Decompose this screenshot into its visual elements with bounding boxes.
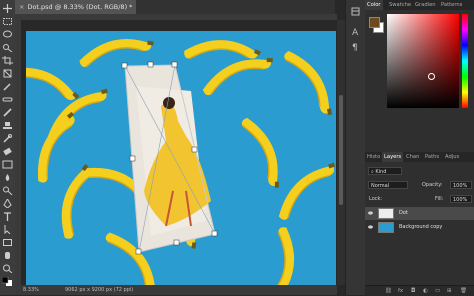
visibility-eye-icon[interactable]: [368, 211, 373, 215]
tab-swatches[interactable]: Swatche: [387, 0, 413, 10]
tab-channels[interactable]: Chan: [404, 152, 421, 162]
blend-mode-value: Normal: [371, 183, 390, 189]
pen-tool-icon[interactable]: [2, 199, 13, 208]
tab-patterns[interactable]: Patterns: [439, 0, 464, 10]
tab-color[interactable]: Color: [365, 0, 383, 10]
blur-tool-icon[interactable]: [2, 173, 13, 182]
layers-panel-tabs: Histo Layers Chan Paths Adjus: [365, 152, 474, 162]
brush-tool-icon[interactable]: [2, 108, 13, 117]
document-canvas[interactable]: [26, 31, 336, 285]
foreground-color-swatch[interactable]: [369, 17, 380, 28]
move-tool-icon[interactable]: [2, 4, 13, 13]
close-tab-icon[interactable]: ×: [19, 3, 24, 11]
color-field[interactable]: [387, 14, 459, 108]
blend-mode-select[interactable]: Normal: [368, 181, 408, 189]
crop-tool-icon[interactable]: [2, 56, 13, 65]
color-picker-handle[interactable]: [428, 73, 435, 80]
document-tab-title: Dot.psd @ 8.33% (Dot, RGB/8) *: [27, 3, 133, 11]
lock-label: Lock:: [369, 196, 383, 202]
zoom-level[interactable]: 8.33%: [23, 285, 39, 295]
marquee-tool-icon[interactable]: [2, 17, 13, 26]
scrollbar-thumb[interactable]: [339, 95, 343, 205]
tab-gradients[interactable]: Gradien: [413, 0, 438, 10]
eraser-tool-icon[interactable]: [2, 147, 13, 156]
layer-name[interactable]: Background copy: [399, 221, 442, 234]
canvas-area[interactable]: [21, 20, 337, 285]
history-icon[interactable]: [351, 7, 360, 16]
color-panel-tabs: Color Swatche Gradien Patterns: [365, 0, 474, 10]
layer-filter-kind-select[interactable]: ⌕ Kind: [368, 167, 402, 175]
character-icon[interactable]: A: [351, 27, 360, 36]
opacity-value: 100%: [453, 183, 468, 189]
zoom-tool-icon[interactable]: [2, 264, 13, 273]
fill-label: Fill:: [435, 196, 444, 202]
fill-value: 100%: [453, 197, 468, 203]
status-bar: 8.33% 9062 px x 9200 px (72 ppi): [15, 285, 337, 295]
type-tool-icon[interactable]: [2, 212, 13, 221]
hue-slider[interactable]: [462, 14, 468, 108]
opacity-field[interactable]: 100%: [450, 181, 472, 189]
frame-tool-icon[interactable]: [2, 69, 13, 78]
tools-panel: [0, 0, 16, 295]
quick-select-tool-icon[interactable]: [2, 43, 13, 52]
panel-icon-strip: A ¶: [345, 0, 366, 295]
clone-stamp-tool-icon[interactable]: [2, 121, 13, 130]
transform-bounding-box[interactable]: [26, 31, 336, 285]
opacity-label: Opacity:: [422, 182, 443, 188]
healing-brush-tool-icon[interactable]: [2, 95, 13, 104]
document-tab-bar: × Dot.psd @ 8.33% (Dot, RGB/8) *: [15, 0, 335, 14]
paragraph-icon[interactable]: ¶: [351, 42, 360, 51]
filter-kind-label: Kind: [375, 169, 387, 175]
tab-adjustments[interactable]: Adjus: [443, 152, 461, 162]
layer-row-background-copy[interactable]: Background copy: [365, 221, 474, 234]
hand-tool-icon[interactable]: [2, 251, 13, 260]
history-brush-tool-icon[interactable]: [2, 134, 13, 143]
layers-panel-footer: ⛓ fx ◘ ◐ ▭ ⊞ 🗑: [365, 285, 474, 296]
tab-layers[interactable]: Layers: [382, 152, 404, 162]
path-selection-tool-icon[interactable]: [2, 225, 13, 234]
right-panel-dock: Color Swatche Gradien Patterns Histo Lay…: [365, 0, 474, 295]
tab-paths[interactable]: Paths: [423, 152, 441, 162]
dodge-tool-icon[interactable]: [2, 186, 13, 195]
foreground-background-colors-icon[interactable]: [2, 277, 13, 286]
svg-text:A: A: [352, 28, 359, 36]
visibility-eye-icon[interactable]: [368, 225, 373, 229]
tab-histogram[interactable]: Histo: [365, 152, 382, 162]
lasso-tool-icon[interactable]: [2, 30, 13, 39]
eyedropper-tool-icon[interactable]: [2, 82, 13, 91]
document-info: 9062 px x 9200 px (72 ppi): [65, 287, 134, 293]
document-tab[interactable]: × Dot.psd @ 8.33% (Dot, RGB/8) *: [15, 0, 137, 14]
svg-text:¶: ¶: [352, 43, 358, 51]
layer-name[interactable]: Dot: [399, 207, 408, 220]
gradient-tool-icon[interactable]: [2, 160, 13, 169]
layer-thumbnail: [378, 208, 394, 219]
layer-row-dot[interactable]: Dot: [365, 207, 474, 220]
rectangle-tool-icon[interactable]: [2, 238, 13, 247]
fill-field[interactable]: 100%: [450, 195, 472, 203]
layer-thumbnail: [378, 222, 394, 233]
